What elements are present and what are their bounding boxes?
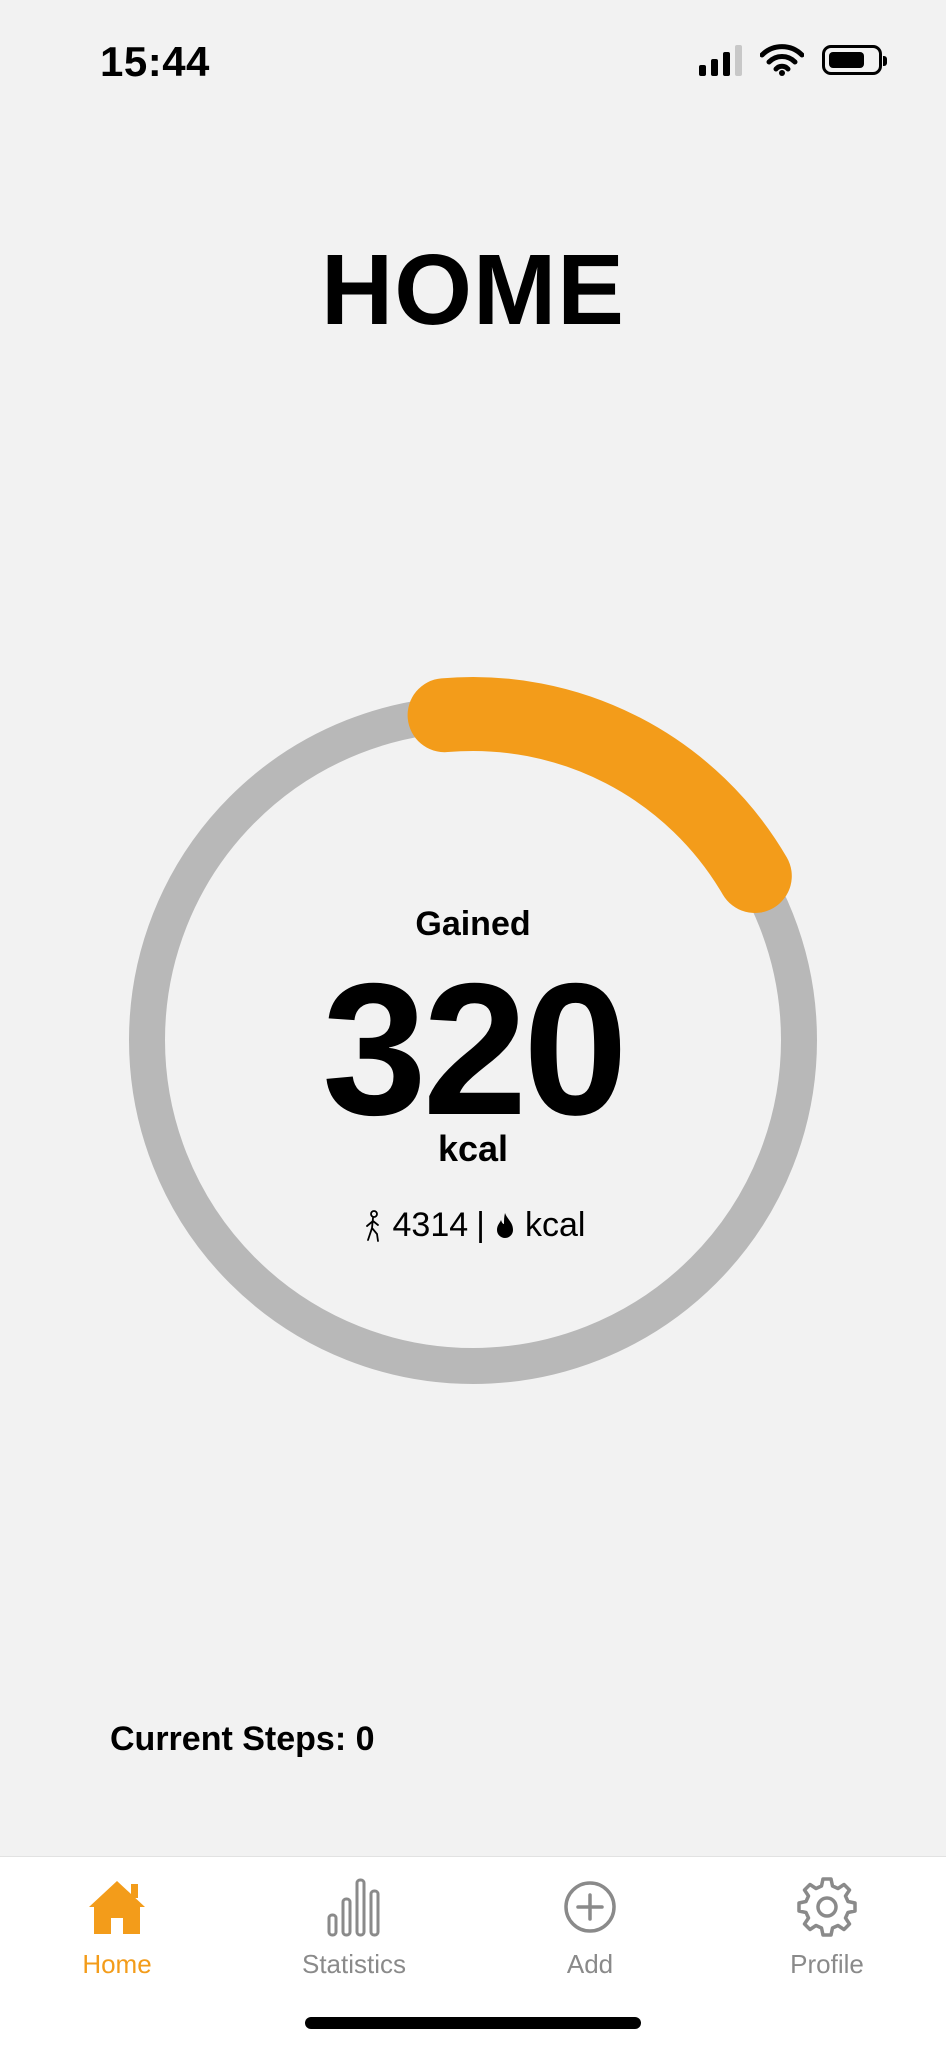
gained-unit: kcal: [437, 1128, 509, 1169]
tab-add-label: Add: [566, 1949, 614, 1979]
status-time: 15:44: [100, 38, 210, 85]
gear-icon: [737, 1871, 917, 1943]
tab-add[interactable]: Add: [500, 1871, 680, 1980]
walking-icon: [361, 1209, 385, 1243]
tab-statistics-label: Statistics: [301, 1949, 407, 1979]
plus-circle-icon: [500, 1871, 680, 1943]
burned-unit: kcal: [525, 1206, 586, 1244]
current-steps-text: Current Steps: 0: [110, 1720, 375, 1758]
summary-separator: |: [476, 1206, 485, 1244]
tab-statistics[interactable]: Statistics: [264, 1871, 444, 1980]
tab-profile-label: Profile: [790, 1949, 864, 1979]
page-title: HOME: [321, 234, 625, 346]
home-icon: [27, 1871, 207, 1943]
bar-chart-icon: [264, 1871, 444, 1943]
tab-home-label: Home: [82, 1949, 152, 1979]
battery-icon: [822, 45, 887, 75]
tab-home[interactable]: Home: [27, 1871, 207, 1980]
gained-value: 320: [322, 944, 628, 1154]
status-bar: 15:44: [0, 0, 946, 120]
status-icons: [699, 44, 887, 76]
battery-level: [829, 52, 864, 68]
steps-kcal-summary: 4314 | kcal: [0, 1206, 946, 1245]
flame-icon: [493, 1209, 517, 1243]
steps-count: 4314: [392, 1206, 469, 1244]
tab-bar: Home Statistics Add Profile: [0, 1856, 946, 2049]
wifi-icon: [760, 44, 804, 76]
gained-label: Gained: [415, 905, 531, 943]
ring-progress: [407, 676, 792, 913]
cellular-signal-icon: [699, 44, 742, 76]
tab-profile[interactable]: Profile: [737, 1871, 917, 1980]
home-indicator: [305, 2017, 641, 2029]
